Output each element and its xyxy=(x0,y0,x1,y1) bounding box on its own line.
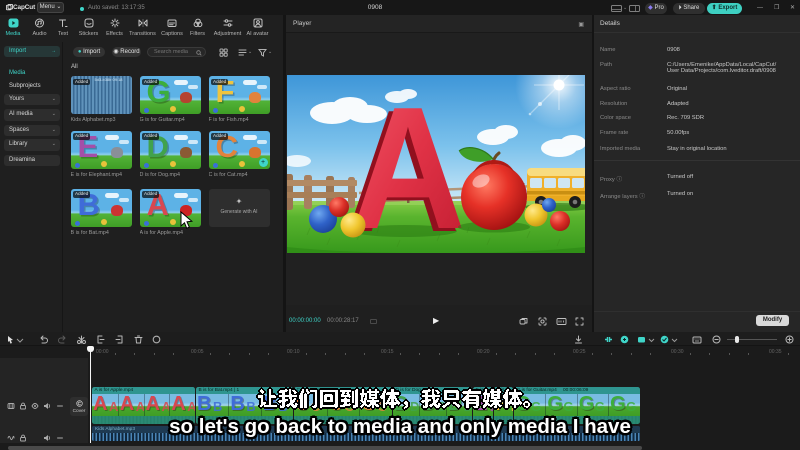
svg-text:A: A xyxy=(350,75,466,253)
